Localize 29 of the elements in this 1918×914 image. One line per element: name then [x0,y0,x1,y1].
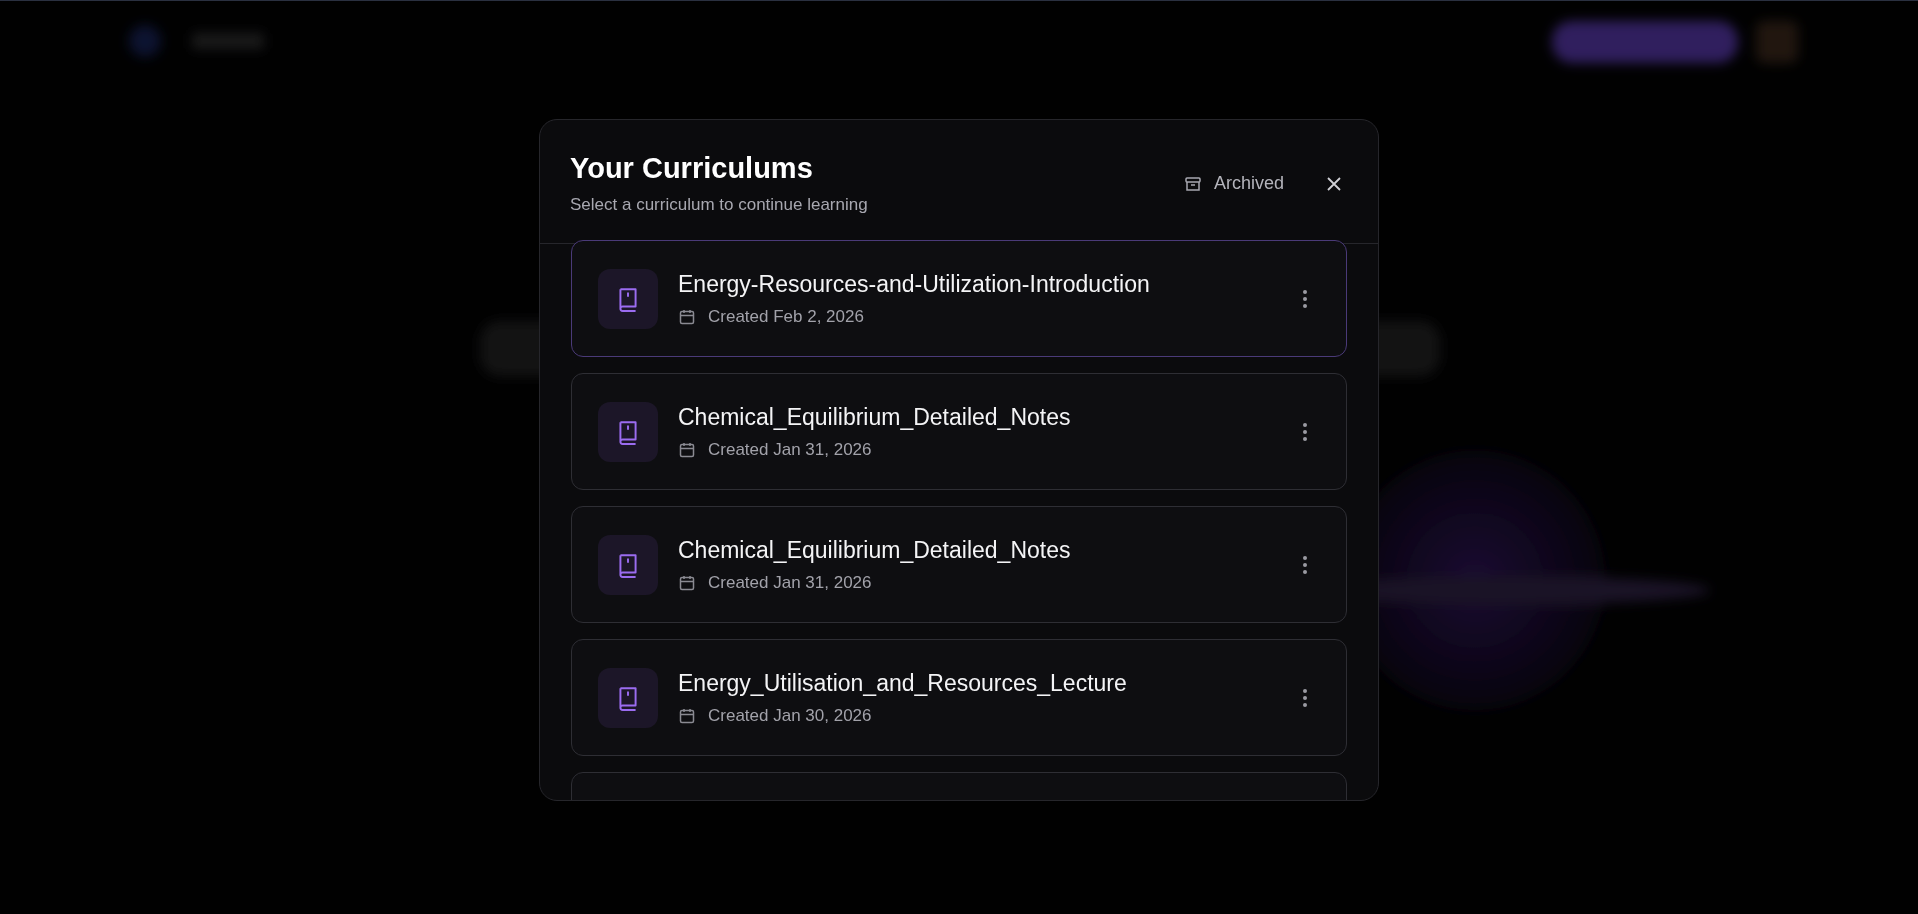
calendar-icon [678,706,696,725]
book-icon [598,667,658,728]
curriculum-card[interactable]: Chemical_Equilibrium_Detailed_Notes Created Jan 31, 2026 [571,373,1347,490]
more-icon [1302,554,1308,575]
calendar-icon [678,307,696,326]
archived-button[interactable]: Archived [1177,167,1290,200]
curriculum-card[interactable]: Energy_Utilisation_and_Resources_Lecture Created Jan 30, 2026 [571,639,1347,756]
book-icon [598,268,658,329]
curriculum-title: Energy-Resources-and-Utilization-Introduction [678,270,1151,298]
close-icon [1326,175,1342,192]
curriculum-title: Chemical_Equilibrium_Detailed_Notes [678,536,1072,564]
archive-icon [1183,174,1202,193]
more-icon [1302,288,1308,309]
dialog-subtitle: Select a curriculum to continue learning [570,195,869,215]
book-icon [598,534,658,595]
created-date: Created Jan 30, 2026 [708,705,872,726]
dialog-title: Your Curriculums [570,152,814,185]
calendar-icon [678,573,696,592]
created-date: Created Jan 31, 2026 [708,572,872,593]
book-icon [598,401,658,462]
more-icon [1302,687,1308,708]
curriculum-title: Chemical_Equilibrium_Detailed_Notes [678,403,1072,431]
created-date: Created Jan 31, 2026 [708,439,872,460]
curriculum-card[interactable]: Chemical_Equilibrium_Detailed_Notes Created Jan 31, 2026 [571,506,1347,623]
calendar-icon [678,440,696,459]
more-icon [1302,421,1308,442]
curriculum-card[interactable]: Energy-Resources-and-Utilization-Introduction Created Feb 2, 2026 [571,240,1347,357]
curriculum-title: Energy_Utilisation_and_Resources_Lecture [678,669,1128,697]
created-date: Created Feb 2, 2026 [708,306,864,327]
